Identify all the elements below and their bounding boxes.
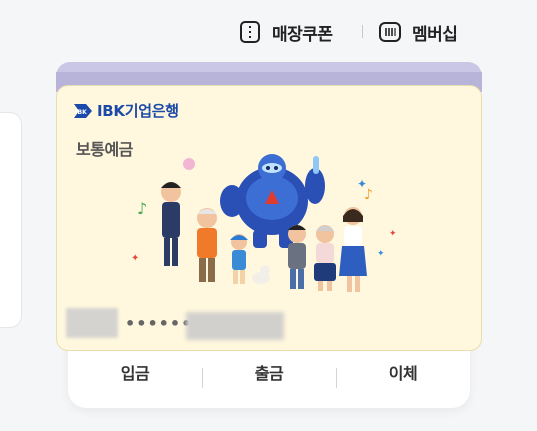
previous-card-peek[interactable]	[0, 112, 22, 328]
robot-mascot	[220, 154, 325, 248]
store-coupon-label: 매장쿠폰	[272, 24, 333, 45]
store-coupon-button[interactable]: 매장쿠폰	[238, 19, 333, 45]
card-illustration: ♪ ♪ ✦ ✦ ✦ ✦	[131, 154, 397, 292]
masked-account-number: ••••••	[125, 314, 193, 333]
svg-text:♪: ♪	[137, 199, 147, 218]
account-type: 보통예금	[76, 140, 133, 159]
bank-logo: IBK IBK기업은행	[73, 100, 179, 121]
barcode-card-icon	[378, 20, 402, 44]
top-action-bar: 매장쿠폰 멤버십	[0, 0, 537, 62]
divider	[362, 25, 363, 38]
deposit-button[interactable]: 입금	[68, 360, 202, 384]
ibk-logo-icon: IBK	[73, 102, 93, 120]
blurred-account-prefix	[66, 308, 118, 338]
svg-text:✦: ✦	[357, 177, 367, 191]
transfer-button[interactable]: 이체	[336, 360, 470, 384]
blurred-balance	[186, 312, 284, 340]
svg-text:✦: ✦	[377, 249, 385, 259]
coupon-icon	[238, 20, 262, 44]
ibk-mark-text: IBK	[75, 109, 87, 116]
withdraw-button[interactable]: 출금	[202, 360, 336, 384]
bank-name: IBK기업은행	[97, 102, 179, 120]
membership-button[interactable]: 멤버십	[378, 19, 458, 45]
membership-label: 멤버십	[412, 24, 458, 45]
bank-account-card[interactable]: IBK IBK기업은행 보통예금 ♪ ♪ ✦ ✦ ✦ ✦ ••••••	[56, 85, 482, 351]
svg-text:✦: ✦	[389, 229, 397, 239]
svg-text:✦: ✦	[131, 253, 139, 264]
